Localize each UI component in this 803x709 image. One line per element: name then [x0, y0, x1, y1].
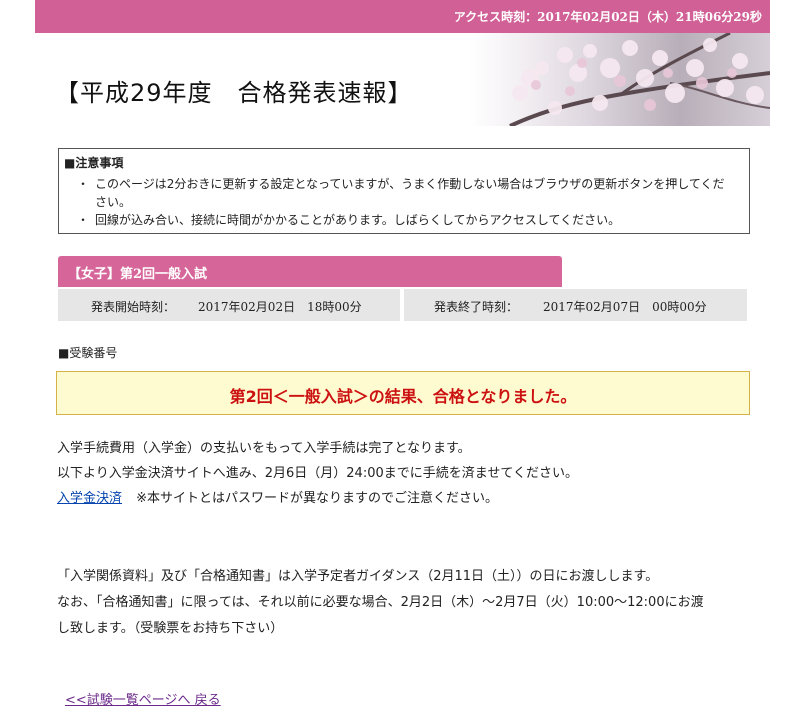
payment-link[interactable]: 入学金決済	[57, 491, 122, 506]
exam-tab: 【女子】第2回一般入試	[58, 256, 562, 287]
exam-tab-label: 【女子】第2回一般入試	[68, 267, 208, 282]
body-line-3: 「入学関係資料」及び「合格通知書」は入学予定者ガイダンス（2月11日（土））の日…	[57, 569, 659, 584]
notice-heading: ■注意事項	[64, 156, 124, 170]
publish-end-label: 発表終了時刻：	[434, 300, 519, 314]
page-title: 【平成29年度 合格発表速報】	[55, 79, 413, 107]
publish-start-value: 2017年02月02日 18時00分	[198, 300, 362, 314]
result-box: 第2回＜一般入試＞の結果、合格となりました。	[56, 371, 750, 415]
body-line-4: なお、「合格通知書」に限っては、それ以前に必要な場合、2月2日（木）～2月7日（…	[57, 595, 704, 610]
body-line-1: 入学手続費用（入学金）の支払いをもって入学手続は完了となります。	[57, 441, 471, 456]
notice-item: 回線が込み合い、接続に時間がかかることがあります。しばらくしてからアクセスしてく…	[77, 211, 735, 229]
body-line-5: し致します。（受験票をお持ち下さい）	[57, 621, 284, 636]
cherry-blossom-icon	[509, 33, 770, 126]
payment-line: 入学金決済 ※本サイトとはパスワードが異なりますのでご注意ください。	[57, 486, 498, 511]
result-message: 第2回＜一般入試＞の結果、合格となりました。	[229, 387, 577, 406]
access-time: アクセス時刻：2017年02月02日（木）21時06分29秒	[453, 10, 762, 24]
payment-note: ※本サイトとはパスワードが異なりますのでご注意ください。	[136, 491, 499, 506]
back-to-exam-list-link[interactable]: <<試験一覧ページへ 戻る	[65, 689, 221, 708]
publish-end-row: 発表終了時刻： 2017年02月07日 00時00分	[404, 289, 747, 321]
body-line-2: 以下より入学金決済サイトへ進み、2月6日（月）24:00までに手続を済ませてくだ…	[57, 466, 578, 481]
top-bar: アクセス時刻：2017年02月02日（木）21時06分29秒	[35, 0, 770, 33]
publish-start-row: 発表開始時刻： 2017年02月02日 18時00分	[58, 289, 400, 321]
exam-number-label: ■受験番号	[58, 346, 118, 360]
publish-end-value: 2017年02月07日 00時00分	[543, 300, 707, 314]
page-header: 【平成29年度 合格発表速報】	[35, 33, 770, 126]
notice-box: ■注意事項 このページは2分おきに更新する設定となっていますが、うまく作動しない…	[58, 148, 750, 234]
cherry-blossom-image	[470, 33, 770, 126]
notice-list: このページは2分おきに更新する設定となっていますが、うまく作動しない場合はブラウ…	[71, 175, 735, 229]
publish-start-label: 発表開始時刻：	[91, 300, 176, 314]
notice-item: このページは2分おきに更新する設定となっていますが、うまく作動しない場合はブラウ…	[77, 175, 735, 211]
